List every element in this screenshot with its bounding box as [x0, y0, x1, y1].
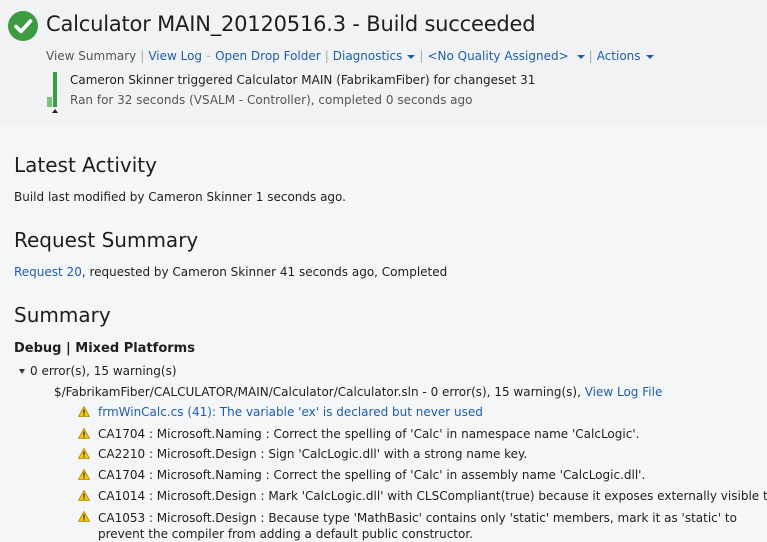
warning-icon — [78, 448, 90, 459]
view-summary-tab[interactable]: View Summary — [46, 49, 136, 63]
chevron-down-icon — [576, 54, 585, 59]
warning-text: CA1704 : Microsoft.Naming : Correct the … — [98, 427, 640, 441]
view-log-link[interactable]: View Log — [148, 49, 202, 63]
warning-icon — [78, 469, 90, 480]
chevron-down-icon — [645, 54, 654, 59]
warning-text: CA1053 : Microsoft.Design : Because type… — [98, 511, 737, 541]
request-summary-line: Request 20, requested by Cameron Skinner… — [14, 265, 447, 279]
build-configuration: Debug | Mixed Platforms — [14, 341, 195, 356]
current-build-marker-icon — [52, 109, 58, 113]
warning-item: CA1014 : Microsoft.Design : Mark 'CalcLo… — [78, 489, 767, 503]
request-summary-heading: Request Summary — [14, 228, 199, 252]
warning-icon — [78, 490, 90, 501]
build-history-graph[interactable] — [47, 72, 58, 114]
chevron-down-icon — [407, 54, 416, 59]
separator: – — [206, 50, 212, 62]
warning-text: CA1704 : Microsoft.Naming : Correct the … — [98, 468, 646, 482]
quality-dropdown[interactable]: <No Quality Assigned> — [427, 49, 585, 63]
warning-icon — [78, 511, 90, 522]
warning-item: CA2210 : Microsoft.Design : Sign 'CalcLo… — [78, 447, 527, 461]
warning-text: CA2210 : Microsoft.Design : Sign 'CalcLo… — [98, 447, 528, 461]
warning-text[interactable]: frmWinCalc.cs (41): The variable 'ex' is… — [98, 405, 483, 419]
separator: | — [588, 49, 593, 63]
build-toolbar: View Summary | View Log – Open Drop Fold… — [46, 48, 654, 64]
warning-item: CA1053 : Microsoft.Design : Because type… — [78, 510, 767, 542]
request-link[interactable]: Request 20 — [14, 265, 82, 279]
warning-item[interactable]: frmWinCalc.cs (41): The variable 'ex' is… — [78, 405, 483, 419]
view-log-file-link[interactable]: View Log File — [585, 385, 663, 399]
solution-path: $/FabrikamFiber/CALCULATOR/MAIN/Calculat… — [54, 385, 585, 399]
run-info: Ran for 32 seconds (VSALM - Controller),… — [70, 93, 473, 107]
trigger-info: Cameron Skinner triggered Calculator MAI… — [70, 73, 536, 87]
quality-label: <No Quality Assigned> — [427, 49, 569, 63]
results-expander[interactable]: 0 error(s), 15 warning(s) — [19, 364, 177, 378]
separator: | — [419, 49, 424, 63]
summary-heading: Summary — [14, 303, 111, 327]
latest-activity-heading: Latest Activity — [14, 153, 157, 177]
latest-activity-text: Build last modified by Cameron Skinner 1… — [14, 190, 346, 204]
warning-icon — [78, 428, 90, 439]
current-build-bar[interactable] — [53, 72, 57, 107]
actions-label: Actions — [596, 49, 641, 63]
warning-text: CA1014 : Microsoft.Design : Mark 'CalcLo… — [98, 489, 767, 503]
warning-item: CA1704 : Microsoft.Naming : Correct the … — [78, 427, 639, 441]
build-title: Calculator MAIN_20120516.3 - Build succe… — [46, 12, 536, 36]
error-warning-count: 0 error(s), 15 warning(s) — [30, 364, 177, 378]
separator: | — [324, 49, 329, 63]
open-drop-folder-link[interactable]: Open Drop Folder — [215, 49, 321, 63]
checkmark-icon — [8, 11, 38, 41]
diagnostics-label: Diagnostics — [332, 49, 403, 63]
collapse-triangle-icon[interactable] — [19, 368, 25, 374]
separator: | — [140, 49, 145, 63]
warning-item: CA1704 : Microsoft.Naming : Correct the … — [78, 468, 645, 482]
diagnostics-menu[interactable]: Diagnostics — [333, 49, 416, 63]
previous-build-bar[interactable] — [47, 97, 52, 107]
actions-menu[interactable]: Actions — [597, 49, 654, 63]
solution-line: $/FabrikamFiber/CALCULATOR/MAIN/Calculat… — [54, 385, 662, 399]
request-details: , requested by Cameron Skinner 41 second… — [81, 265, 448, 279]
warning-icon — [78, 406, 90, 417]
